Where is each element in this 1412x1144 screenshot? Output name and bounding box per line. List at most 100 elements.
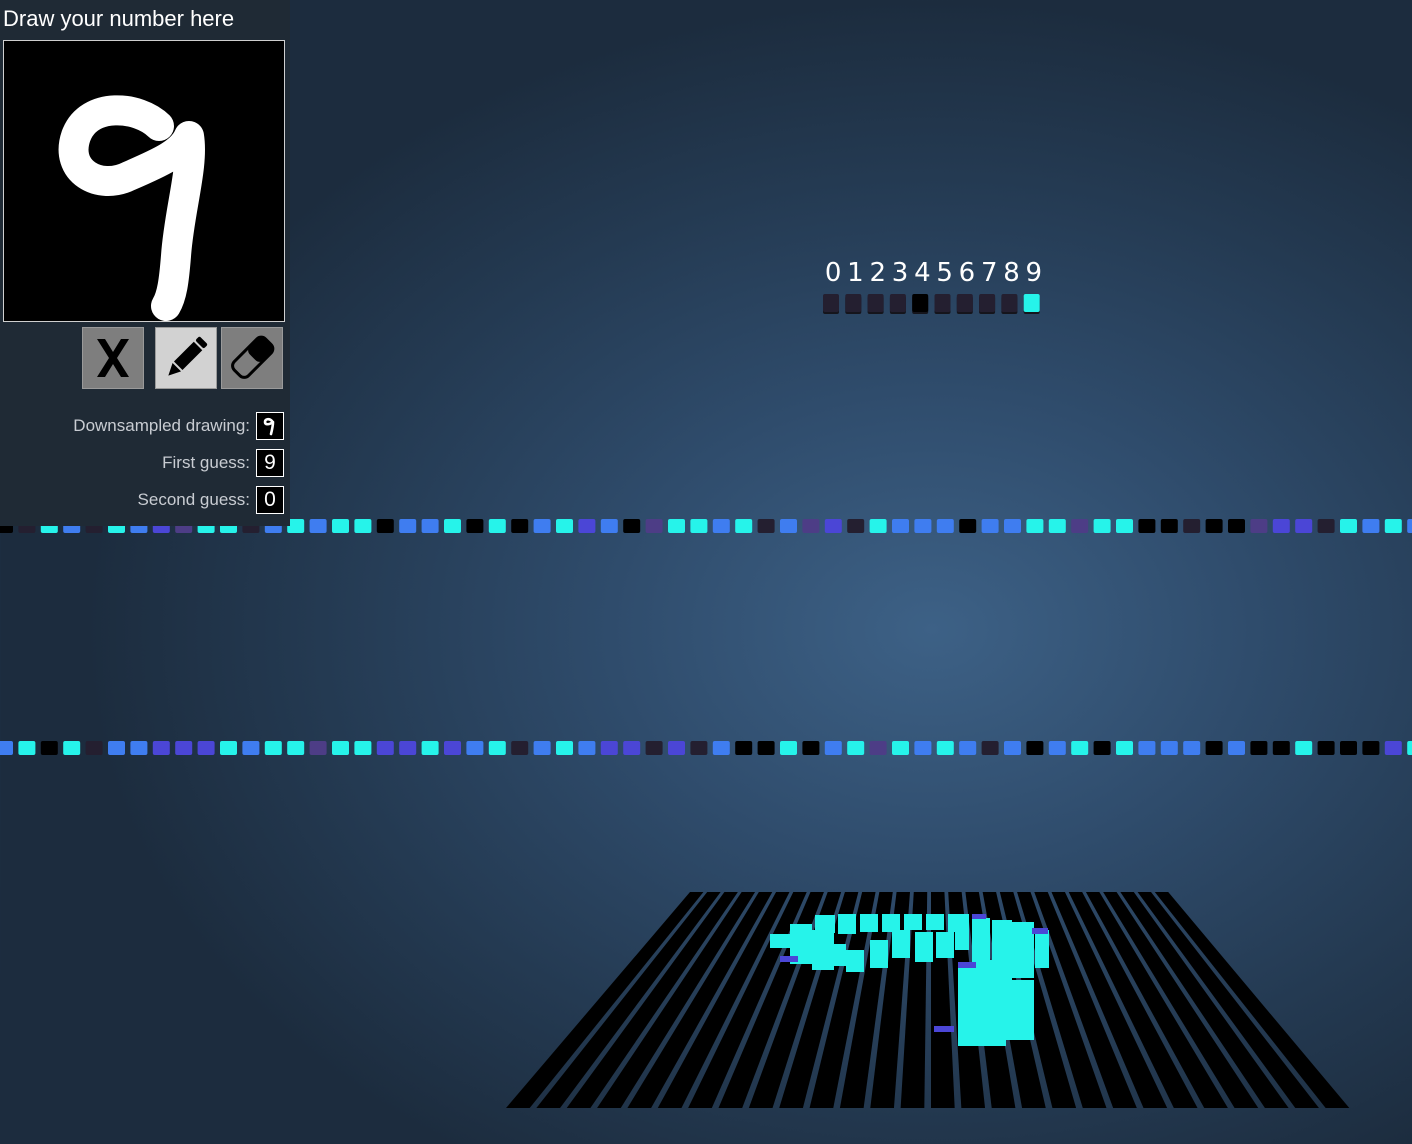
hidden2-neuron-36 bbox=[802, 741, 820, 755]
hidden2-neuron-12 bbox=[264, 741, 282, 755]
hidden1-neuron-55 bbox=[1228, 519, 1245, 533]
input-active-pixel-3 bbox=[882, 914, 900, 932]
pencil-icon bbox=[168, 336, 208, 376]
hidden2-neuron-19 bbox=[421, 741, 439, 755]
output-label-1: 1 bbox=[847, 258, 864, 288]
hidden2-neuron-57 bbox=[1272, 741, 1290, 755]
hidden1-neuron-19 bbox=[421, 519, 439, 533]
hidden2-neuron-18 bbox=[399, 741, 417, 755]
hidden2-neuron-54 bbox=[1205, 741, 1223, 755]
first-guess-label: First guess: bbox=[162, 453, 250, 472]
hidden1-neuron-44 bbox=[981, 519, 999, 533]
hidden2-neuron-21 bbox=[466, 741, 484, 755]
input-active-pixel-1 bbox=[838, 914, 856, 934]
hidden2-neuron-58 bbox=[1295, 741, 1313, 755]
hidden1-neuron-32 bbox=[712, 519, 730, 533]
hidden1-neuron-60 bbox=[1340, 519, 1357, 533]
hidden2-neuron-40 bbox=[892, 741, 909, 755]
hidden2-neuron-13 bbox=[287, 741, 305, 755]
hidden1-neuron-54 bbox=[1205, 519, 1223, 533]
hidden2-neuron-37 bbox=[824, 741, 842, 755]
hidden2-neuron-24 bbox=[533, 741, 551, 755]
output-neuron-5 bbox=[934, 294, 951, 312]
input-active-pixel-14 bbox=[915, 932, 933, 962]
output-label-5: 5 bbox=[936, 258, 953, 288]
output-label-7: 7 bbox=[980, 258, 998, 288]
hidden1-neuron-51 bbox=[1138, 519, 1156, 533]
output-label-0: 0 bbox=[824, 258, 842, 288]
hidden2-neuron-22 bbox=[488, 741, 506, 755]
input-active-pixel-5 bbox=[926, 914, 944, 930]
hidden2-neuron-5 bbox=[108, 741, 125, 755]
input-partial-pixel-2 bbox=[934, 1026, 954, 1032]
hidden2-neuron-56 bbox=[1250, 741, 1268, 755]
pencil-button[interactable] bbox=[155, 327, 217, 389]
output-neuron-7 bbox=[979, 294, 996, 312]
hidden1-neuron-37 bbox=[824, 519, 842, 533]
hidden1-neuron-49 bbox=[1093, 519, 1111, 533]
downsampled-label: Downsampled drawing: bbox=[73, 416, 250, 435]
eraser-button[interactable] bbox=[221, 327, 283, 389]
hidden2-neuron-47 bbox=[1048, 741, 1066, 755]
hidden2-neuron-30 bbox=[668, 741, 685, 755]
hidden2-neuron-4 bbox=[85, 741, 103, 755]
hidden2-neuron-14 bbox=[309, 741, 327, 755]
hidden2-neuron-3 bbox=[63, 741, 81, 755]
hidden2-neuron-49 bbox=[1093, 741, 1111, 755]
output-neuron-8 bbox=[1001, 294, 1018, 312]
hidden2-neuron-45 bbox=[1004, 741, 1021, 755]
input-active-pixel-20 bbox=[1035, 930, 1049, 968]
hidden2-neuron-44 bbox=[981, 741, 999, 755]
hidden2-neuron-25 bbox=[556, 741, 573, 755]
hidden2-neuron-43 bbox=[959, 741, 977, 755]
hidden1-neuron-61 bbox=[1362, 519, 1380, 533]
hidden2-neuron-59 bbox=[1317, 741, 1335, 755]
clear-button[interactable] bbox=[82, 327, 144, 389]
hidden2-neuron-7 bbox=[152, 741, 170, 755]
input-partial-pixel-0 bbox=[780, 956, 798, 962]
hidden1-neuron-17 bbox=[376, 519, 394, 533]
hidden2-neuron-11 bbox=[242, 741, 260, 755]
control-panel: Draw your number here Downsampled drawin… bbox=[0, 0, 290, 526]
hidden2-neuron-34 bbox=[757, 741, 775, 755]
drawn-digit-nine bbox=[58, 95, 205, 321]
output-label-6: 6 bbox=[958, 258, 976, 288]
hidden1-neuron-50 bbox=[1116, 519, 1133, 533]
output-layer bbox=[823, 294, 1040, 314]
second-guess-label: Second guess: bbox=[137, 490, 250, 509]
hidden2-neuron-39 bbox=[869, 741, 887, 755]
hidden1-neuron-59 bbox=[1317, 519, 1335, 533]
input-active-pixel-11 bbox=[846, 950, 864, 972]
hidden1-neuron-23 bbox=[511, 519, 529, 533]
output-neuron-1 bbox=[845, 294, 862, 312]
hidden2-neuron-20 bbox=[444, 741, 461, 755]
input-active-pixel-23 bbox=[1000, 980, 1034, 1040]
input-active-pixel-10 bbox=[830, 944, 846, 966]
hidden2-neuron-46 bbox=[1026, 741, 1044, 755]
drawing-canvas[interactable] bbox=[3, 40, 285, 322]
hidden1-neuron-62 bbox=[1384, 519, 1402, 533]
input-active-pixel-15 bbox=[936, 932, 954, 958]
hidden1-neuron-38 bbox=[847, 519, 865, 533]
output-label-4: 4 bbox=[914, 258, 931, 288]
panel-title: Draw your number here bbox=[3, 6, 235, 31]
input-active-pixel-13 bbox=[892, 930, 910, 958]
first-guess-value: 9 bbox=[256, 449, 284, 477]
downsampled-preview bbox=[256, 412, 284, 440]
hidden1-neuron-15 bbox=[332, 519, 349, 533]
input-layer-grid bbox=[506, 892, 1350, 1108]
hidden1-neuron-47 bbox=[1048, 519, 1066, 533]
hidden1-neuron-35 bbox=[780, 519, 797, 533]
hidden1-neuron-22 bbox=[488, 519, 506, 533]
hidden1-neuron-42 bbox=[936, 519, 954, 533]
input-active-pixel-4 bbox=[904, 914, 922, 930]
second-guess-value: 0 bbox=[256, 486, 284, 514]
hidden2-neuron-23 bbox=[511, 741, 529, 755]
hidden2-neuron-6 bbox=[130, 741, 148, 755]
hidden1-neuron-56 bbox=[1250, 519, 1268, 533]
hidden1-neuron-21 bbox=[466, 519, 484, 533]
hidden1-neuron-24 bbox=[533, 519, 551, 533]
output-neuron-0 bbox=[823, 294, 839, 312]
hidden2-neuron-33 bbox=[735, 741, 753, 755]
input-active-pixel-2 bbox=[860, 914, 878, 932]
